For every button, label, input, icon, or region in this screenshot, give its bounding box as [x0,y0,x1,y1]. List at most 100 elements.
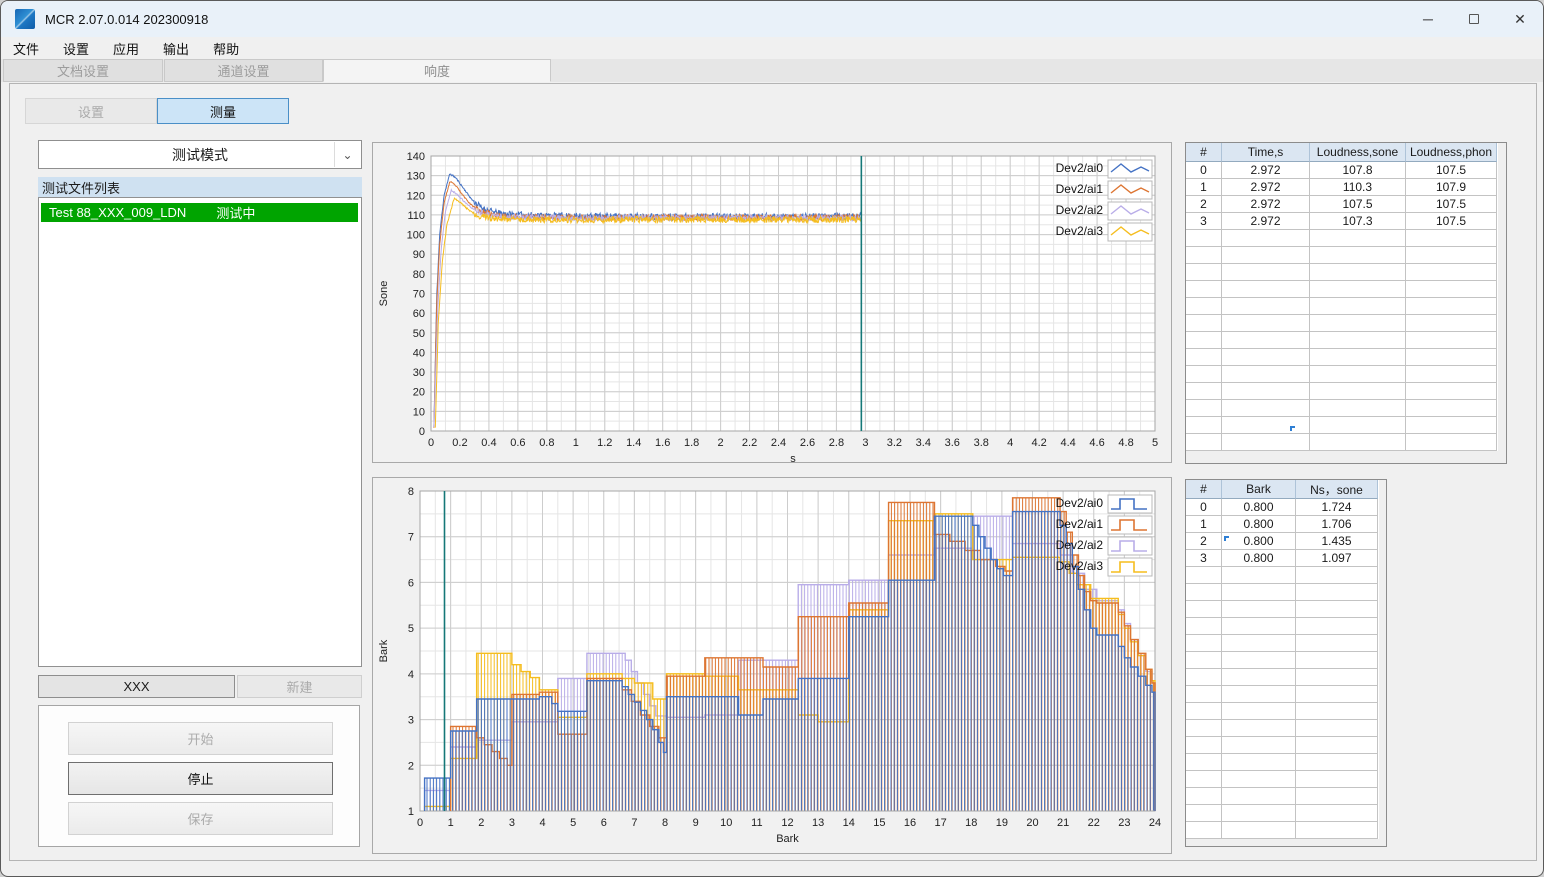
table-row[interactable] [1186,366,1498,383]
table-cell [1222,788,1296,805]
table-row[interactable] [1186,417,1498,434]
svg-text:1: 1 [408,806,414,818]
save-button[interactable]: 保存 [68,802,333,835]
menu-apply[interactable]: 应用 [101,37,151,60]
table-row[interactable] [1186,652,1379,669]
table-row[interactable] [1186,567,1379,584]
table-row[interactable] [1186,400,1498,417]
table-cell [1186,737,1222,754]
close-button[interactable]: ✕ [1497,1,1543,37]
svg-text:Dev2/ai0: Dev2/ai0 [1056,496,1104,510]
table-cell [1222,332,1310,349]
table-row[interactable] [1186,247,1498,264]
menu-settings[interactable]: 设置 [51,37,101,60]
table-header-row: # Time,s Loudness,sone Loudness,phon [1186,143,1498,162]
new-button[interactable]: 新建 [237,675,362,698]
table-cell [1296,737,1378,754]
stop-button[interactable]: 停止 [68,762,333,795]
table-cell: 0.800 [1222,516,1296,533]
table-cell: 107.9 [1406,179,1497,196]
table-row[interactable] [1186,264,1498,281]
svg-text:13: 13 [812,817,824,829]
table-cell [1186,703,1222,720]
table-row[interactable]: 2 2.972 107.5 107.5 [1186,196,1498,213]
tab-loudness[interactable]: 响度 [323,59,551,82]
svg-text:90: 90 [413,249,425,261]
table-row[interactable] [1186,332,1498,349]
xxx-button[interactable]: XXX [38,675,235,698]
tab-doc-settings[interactable]: 文档设置 [3,59,163,82]
table-row[interactable] [1186,703,1379,720]
tab-strip: 文档设置 通道设置 响度 [1,59,1543,82]
table-row[interactable] [1186,281,1498,298]
table-cell [1222,686,1296,703]
svg-text:30: 30 [413,367,425,379]
table-row[interactable] [1186,754,1379,771]
menu-file[interactable]: 文件 [1,37,51,60]
menu-help[interactable]: 帮助 [201,37,251,60]
table-row[interactable]: 0 2.972 107.8 107.5 [1186,162,1498,179]
tab-channel-settings[interactable]: 通道设置 [164,59,323,82]
table-row[interactable]: 0 0.800 1.724 [1186,499,1379,516]
specific-loudness-chart[interactable]: 0 1 2 3 4 5 6 7 8 9 10 11 12 13 14 15 16 17 18 19 20 21 22 23 24… [372,477,1172,854]
table-cell: 1 [1186,179,1222,196]
table-row[interactable]: 2 0.800 1.435 [1186,533,1379,550]
table-row[interactable]: 3 2.972 107.3 107.5 [1186,213,1498,230]
test-mode-select[interactable]: 测试模式 ⌄ [38,140,362,169]
table-row[interactable] [1186,771,1379,788]
table-cell [1296,618,1378,635]
table-cell [1186,247,1222,264]
svg-text:3: 3 [408,715,414,727]
table-row[interactable] [1186,618,1379,635]
table-row[interactable] [1186,349,1498,366]
table-row[interactable] [1186,635,1379,652]
maximize-button[interactable] [1451,1,1497,37]
table-row[interactable] [1186,822,1379,839]
table-row[interactable] [1186,737,1379,754]
table-cell [1296,771,1378,788]
table-row[interactable] [1186,788,1379,805]
svg-text:70: 70 [413,289,425,301]
table-row[interactable] [1186,601,1379,618]
svg-text:16: 16 [904,817,916,829]
table-cell: 2 [1186,533,1222,550]
svg-text:4: 4 [408,669,414,681]
table-cell [1296,652,1378,669]
table-cell: 0.800 [1222,533,1296,550]
table-row[interactable] [1186,315,1498,332]
table-row[interactable]: 1 2.972 110.3 107.9 [1186,179,1498,196]
minimize-button[interactable]: ─ [1405,1,1451,37]
title-bar: MCR 2.07.0.014 202300918 ─ ✕ [1,1,1543,37]
table-cell [1406,281,1497,298]
table-row[interactable] [1186,669,1379,686]
menu-output[interactable]: 输出 [151,37,201,60]
column-header: Bark [1222,480,1296,499]
table-row[interactable] [1186,298,1498,315]
table-row[interactable] [1186,230,1498,247]
subtab-settings[interactable]: 设置 [25,98,157,124]
svg-text:60: 60 [413,308,425,320]
table-row[interactable]: 1 0.800 1.706 [1186,516,1379,533]
subtab-measure[interactable]: 测量 [157,98,289,124]
loudness-time-chart[interactable]: 0 0.2 0.4 0.6 0.8 1 1.2 1.4 1.6 1.8 2 2.2 2.4 2.6 2.8 3… [372,142,1172,465]
list-item-test-file[interactable]: Test 88_XXX_009_LDN 测试中 [41,203,358,222]
table-row[interactable]: 3 0.800 1.097 [1186,550,1379,567]
table-cell [1222,822,1296,839]
table-cell [1222,567,1296,584]
table-row[interactable] [1186,383,1498,400]
svg-text:4: 4 [539,817,545,829]
table-cell [1296,805,1378,822]
table-row[interactable] [1186,720,1379,737]
table-row[interactable] [1186,434,1498,451]
svg-text:12: 12 [781,817,793,829]
bark-table[interactable]: # Bark Ns，sone 0 0.800 1.724 1 0.800 1.706 2 0.800… [1185,479,1387,847]
loudness-table[interactable]: # Time,s Loudness,sone Loudness,phon 0 2.972 1… [1185,142,1507,464]
table-cell [1222,247,1310,264]
table-cell: 1 [1186,516,1222,533]
svg-text:18: 18 [965,817,977,829]
table-row[interactable] [1186,584,1379,601]
table-row[interactable] [1186,686,1379,703]
table-row[interactable] [1186,805,1379,822]
start-button[interactable]: 开始 [68,722,333,755]
svg-text:3: 3 [862,437,868,449]
